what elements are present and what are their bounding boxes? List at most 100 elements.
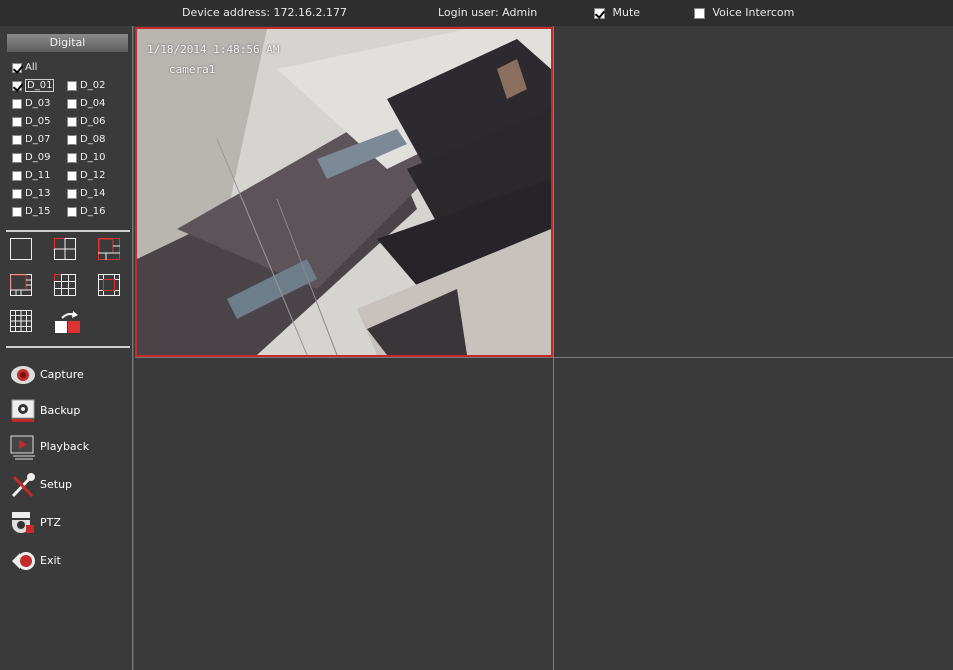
channel-checkbox[interactable] [67, 116, 77, 127]
channel-label: D_08 [80, 134, 106, 145]
channel-checkbox[interactable] [67, 170, 77, 181]
all-checkbox[interactable] [12, 62, 22, 73]
channel-label: D_04 [80, 98, 106, 109]
channel-d-12[interactable]: D_12 [67, 170, 105, 182]
channel-label: D_16 [80, 206, 106, 217]
grid-divider-vertical [553, 26, 554, 670]
layout-13-split[interactable] [98, 274, 120, 296]
channel-d-09[interactable]: D_09 [12, 152, 50, 164]
channel-d-03[interactable]: D_03 [12, 98, 50, 110]
video-pane-3[interactable] [135, 358, 553, 670]
sidebar: Digital All Capture Backup Playback Setu… [0, 26, 133, 670]
channel-label: D_13 [25, 188, 51, 199]
channel-label: D_09 [25, 152, 51, 163]
channel-d-15[interactable]: D_15 [12, 206, 50, 218]
sidebar-divider [133, 26, 134, 670]
channel-d-08[interactable]: D_08 [67, 134, 105, 146]
mute-label: Mute [612, 6, 641, 19]
channel-label: D_12 [80, 170, 106, 181]
capture-label: Capture [40, 368, 84, 381]
tab-digital[interactable]: Digital [7, 34, 128, 52]
video-timestamp: 1/18/2014 1:48:56 AM [147, 43, 280, 56]
ptz-dome-icon [12, 512, 34, 533]
channel-label: D_03 [25, 98, 51, 109]
channel-label: D_15 [25, 206, 51, 217]
channel-checkbox[interactable] [12, 80, 22, 91]
login-user: Login user: Admin [438, 6, 538, 19]
video-pane-2[interactable] [554, 26, 953, 357]
channel-label: D_05 [25, 116, 51, 127]
channel-label: D_01 [25, 79, 55, 92]
4-split-icon [54, 238, 76, 260]
mute-checkbox[interactable] [594, 7, 605, 19]
channel-d-11[interactable]: D_11 [12, 170, 50, 182]
video-pane-4[interactable] [554, 358, 953, 670]
channel-d-14[interactable]: D_14 [67, 188, 105, 200]
divider [6, 230, 130, 232]
exit-icon [12, 552, 35, 570]
mute-toggle[interactable]: Mute [594, 6, 640, 19]
channel-label: D_06 [80, 116, 106, 127]
grid-divider-horizontal [135, 357, 953, 358]
channel-checkbox[interactable] [12, 116, 22, 127]
channel-checkbox[interactable] [12, 188, 22, 199]
channel-checkbox[interactable] [67, 206, 77, 217]
channel-checkbox[interactable] [12, 134, 22, 145]
exit-label: Exit [40, 554, 61, 567]
backup-icon [11, 399, 35, 422]
channel-checkbox[interactable] [67, 188, 77, 199]
channel-d-16[interactable]: D_16 [67, 206, 105, 218]
sequence-switch-button[interactable] [54, 310, 84, 333]
8-split-icon [10, 274, 32, 296]
layout-4-split[interactable] [54, 238, 76, 260]
channel-d-05[interactable]: D_05 [12, 116, 50, 128]
camera-feed-image [137, 29, 551, 355]
channel-d-01[interactable]: D_01 [12, 79, 55, 92]
layout-9-split[interactable] [54, 274, 76, 296]
channel-label: D_07 [25, 134, 51, 145]
video-pane-1[interactable]: 1/18/2014 1:48:56 AM camera1 [135, 27, 553, 357]
channel-checkbox[interactable] [67, 152, 77, 163]
channel-checkbox[interactable] [12, 170, 22, 181]
sequence-switch-icon [55, 311, 80, 333]
layout-16-split[interactable] [10, 310, 32, 332]
16-split-icon [10, 310, 32, 332]
playback-icon [10, 435, 35, 460]
channel-d-10[interactable]: D_10 [67, 152, 105, 164]
channel-d-02[interactable]: D_02 [67, 80, 105, 92]
camera-name-overlay: camera1 [169, 63, 216, 76]
wrench-icon [11, 473, 35, 498]
backup-label: Backup [40, 404, 81, 417]
voice-intercom-toggle[interactable]: Voice Intercom [694, 6, 794, 19]
channel-checkbox[interactable] [67, 80, 77, 91]
layout-6-split[interactable] [98, 238, 120, 260]
setup-label: Setup [40, 478, 73, 491]
channel-checkbox[interactable] [12, 152, 22, 163]
channel-label: D_02 [80, 80, 106, 91]
channel-label: D_10 [80, 152, 106, 163]
layout-8-split[interactable] [10, 274, 32, 296]
channel-checkbox[interactable] [67, 98, 77, 109]
9-split-icon [54, 274, 76, 296]
device-address: Device address: 172.16.2.177 [182, 6, 348, 19]
channel-d-13[interactable]: D_13 [12, 188, 50, 200]
layout-1-split[interactable] [10, 238, 32, 260]
channel-label: D_11 [25, 170, 51, 181]
divider [6, 346, 130, 348]
channel-checkbox[interactable] [67, 134, 77, 145]
voice-intercom-checkbox[interactable] [694, 7, 705, 19]
channel-d-07[interactable]: D_07 [12, 134, 50, 146]
channel-checkbox[interactable] [12, 98, 22, 109]
channel-d-06[interactable]: D_06 [67, 116, 105, 128]
all-label: All [25, 62, 38, 73]
playback-label: Playback [40, 440, 90, 453]
13-split-icon [98, 274, 120, 296]
voice-intercom-label: Voice Intercom [712, 6, 795, 19]
channel-checkbox[interactable] [12, 206, 22, 217]
top-status-bar: Device address: 172.16.2.177 Login user:… [0, 0, 953, 26]
6-split-icon [98, 238, 120, 260]
channel-label: D_14 [80, 188, 106, 199]
camera-capture-icon [11, 366, 35, 384]
channel-all[interactable]: All [12, 62, 37, 74]
channel-d-04[interactable]: D_04 [67, 98, 105, 110]
